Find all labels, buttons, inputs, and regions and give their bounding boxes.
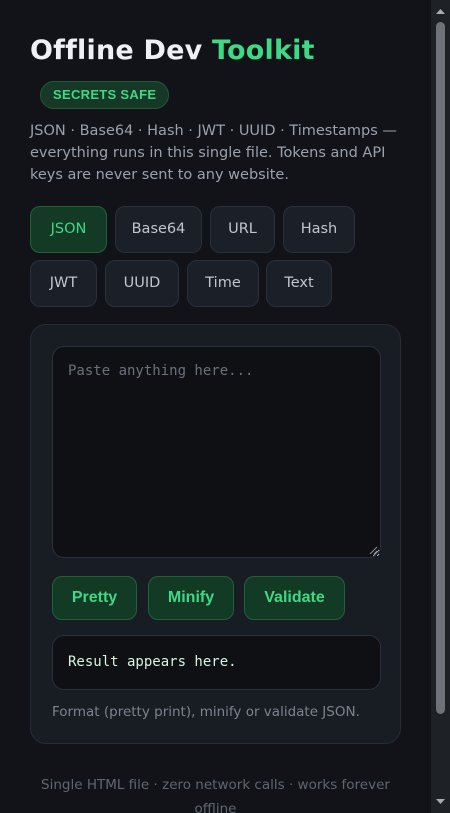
footer-note: Single HTML file · zero network calls · … — [41, 777, 390, 813]
tab-hash[interactable]: Hash — [283, 206, 355, 253]
scrollbar[interactable] — [431, 0, 450, 813]
title-accent: Toolkit — [212, 35, 315, 66]
arrow-up-icon[interactable] — [431, 2, 450, 20]
tool-panel: Pretty Minify Validate Result appears he… — [30, 324, 401, 744]
tab-uuid[interactable]: UUID — [105, 260, 179, 307]
page-title: Offline Dev Toolkit — [30, 33, 315, 69]
scroll-thumb[interactable] — [436, 22, 445, 714]
result-output: Result appears here. — [52, 635, 381, 690]
tab-url[interactable]: URL — [210, 206, 275, 253]
description: JSON · Base64 · Hash · JWT · UUID · Time… — [30, 123, 397, 183]
secrets-safe-badge: SECRETS SAFE — [40, 81, 170, 109]
title-main: Offline Dev — [30, 35, 213, 66]
tab-json[interactable]: JSON — [30, 206, 107, 253]
tab-base64[interactable]: Base64 — [115, 206, 202, 253]
page: Offline Dev Toolkit SECRETS SAFE JSON · … — [0, 0, 450, 813]
input-textarea[interactable] — [52, 346, 381, 558]
tool-hint: Format (pretty print), minify or validat… — [52, 704, 360, 720]
validate-button[interactable]: Validate — [244, 576, 345, 620]
arrow-down-icon[interactable] — [431, 793, 450, 811]
pretty-button[interactable]: Pretty — [52, 576, 137, 620]
tool-tabs: JSON Base64 URL Hash JWT UUID Time Text — [30, 206, 401, 308]
tab-time[interactable]: Time — [187, 260, 259, 307]
tab-text[interactable]: Text — [266, 260, 332, 307]
minify-button[interactable]: Minify — [148, 576, 234, 620]
action-buttons: Pretty Minify Validate — [52, 576, 381, 620]
tab-jwt[interactable]: JWT — [30, 260, 97, 307]
resize-grip-icon[interactable] — [369, 546, 378, 555]
